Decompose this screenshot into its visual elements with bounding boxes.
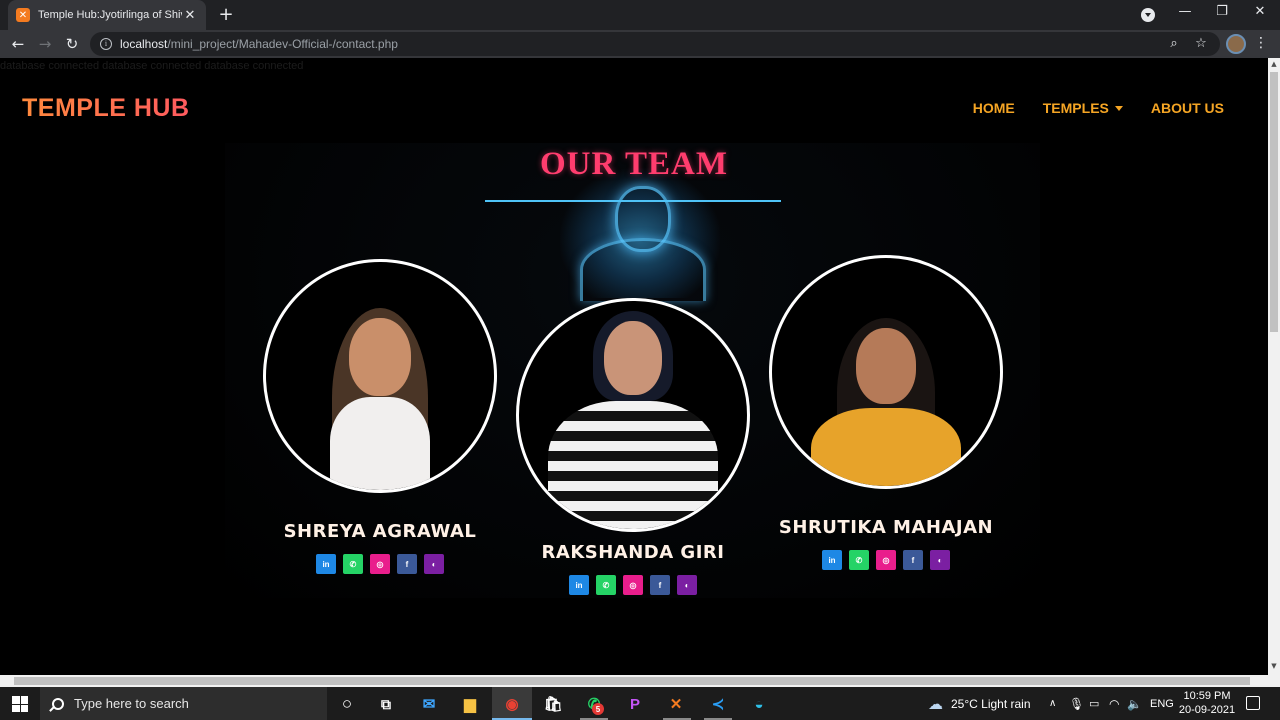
edge-icon[interactable]: ◒ — [747, 692, 771, 716]
member-name: SHRUTIKA MAHAJAN — [778, 517, 994, 538]
main-nav: HOME TEMPLES ABOUT US — [973, 100, 1224, 116]
whatsapp-icon[interactable]: ✆ — [596, 575, 616, 595]
shiva-glow-image — [560, 168, 720, 301]
team-member-card: SHRUTIKA MAHAJAN in ✆ ◎ f ◐ — [766, 255, 1006, 570]
taskbar-search-box[interactable]: Type here to search — [40, 687, 327, 720]
bookmark-star-icon[interactable]: ☆ — [1193, 36, 1209, 51]
clock[interactable]: 10:59 PM 20-09-2021 — [1176, 689, 1238, 717]
github-icon[interactable]: ◐ — [424, 554, 444, 574]
instagram-icon[interactable]: ◎ — [370, 554, 390, 574]
horizontal-scroll-thumb[interactable] — [14, 677, 1250, 685]
zoom-icon[interactable]: ⌕ — [1166, 36, 1182, 51]
nav-about-us[interactable]: ABOUT US — [1151, 100, 1224, 116]
member-photo — [263, 259, 497, 493]
github-icon[interactable]: ◐ — [930, 550, 950, 570]
clock-date: 20-09-2021 — [1178, 704, 1236, 716]
address-bar[interactable]: i localhost /mini_project/Mahadev-Offici… — [90, 32, 1220, 56]
linkedin-icon[interactable]: in — [822, 550, 842, 570]
search-placeholder: Type here to search — [74, 696, 189, 711]
member-photo — [516, 298, 750, 532]
vertical-scrollbar[interactable]: ▲ ▼ — [1268, 58, 1280, 675]
nav-home[interactable]: HOME — [973, 100, 1015, 116]
linkedin-icon[interactable]: in — [316, 554, 336, 574]
microphone-icon[interactable]: 🎙 — [1069, 687, 1084, 720]
cloud-rain-icon: ☁ — [928, 695, 943, 713]
section-title: OUR TEAM — [540, 146, 728, 182]
file-explorer-icon[interactable]: ▆ — [458, 692, 482, 716]
forward-arrow-icon[interactable]: → — [35, 34, 55, 54]
nav-about-label: ABOUT US — [1150, 100, 1224, 116]
linkedin-icon[interactable]: in — [569, 575, 589, 595]
facebook-icon[interactable]: f — [903, 550, 923, 570]
restore-button[interactable]: ❐ — [1210, 4, 1234, 19]
facebook-icon[interactable]: f — [397, 554, 417, 574]
browser-tab-bar: ✕ Temple Hub:Jyotirlinga of Shiva ✕ + — … — [0, 0, 1280, 30]
vertical-scroll-thumb[interactable] — [1270, 72, 1278, 332]
windows-taskbar: Type here to search ○ ⧉ ✉ ▆ ◉ 🛍 ✆ 5 P ✕ … — [0, 687, 1280, 720]
task-view-icon[interactable]: ⧉ — [374, 692, 398, 716]
dropdown-caret-icon — [1114, 105, 1123, 111]
member-name: RAKSHANDA GIRI — [541, 542, 725, 563]
action-center-icon[interactable] — [1246, 696, 1260, 710]
social-links: in ✆ ◎ f ◐ — [513, 575, 753, 595]
team-member-card: SHREYA AGRAWAL in ✆ ◎ f ◐ — [260, 259, 500, 574]
reload-icon[interactable]: ↻ — [62, 34, 82, 54]
browser-tab[interactable]: ✕ Temple Hub:Jyotirlinga of Shiva ✕ — [8, 0, 206, 30]
team-member-card: RAKSHANDA GIRI in ✆ ◎ f ◐ — [513, 298, 753, 595]
weather-widget[interactable]: ☁ 25°C Light rain — [928, 687, 1031, 720]
windows-start-icon[interactable] — [12, 696, 28, 712]
instagram-icon[interactable]: ◎ — [876, 550, 896, 570]
close-window-button[interactable]: ✕ — [1248, 4, 1272, 19]
whatsapp-icon[interactable]: ✆ — [343, 554, 363, 574]
url-path: /mini_project/Mahadev-Official-/contact.… — [167, 37, 398, 51]
title-underline — [485, 200, 781, 202]
mail-icon[interactable]: ✉ — [417, 692, 441, 716]
clock-time: 10:59 PM — [1183, 690, 1231, 702]
instagram-icon[interactable]: ◎ — [623, 575, 643, 595]
minimize-button[interactable]: — — [1173, 4, 1197, 19]
store-icon[interactable]: 🛍 — [541, 692, 565, 716]
notification-badge: 5 — [592, 703, 604, 715]
close-tab-icon[interactable]: ✕ — [182, 8, 198, 23]
xampp-icon[interactable]: ✕ — [664, 692, 688, 716]
language-indicator[interactable]: ENG — [1150, 687, 1174, 720]
database-status-text: database connected database connected da… — [0, 60, 304, 72]
volume-icon[interactable]: 🔈 — [1127, 687, 1142, 720]
social-links: in ✆ ◎ f ◐ — [766, 550, 1006, 570]
profile-avatar[interactable] — [1226, 34, 1246, 54]
github-icon[interactable]: ◐ — [677, 575, 697, 595]
url-host: localhost — [120, 37, 168, 51]
member-name: SHREYA AGRAWAL — [283, 521, 477, 542]
nav-home-label: HOME — [972, 100, 1015, 116]
browser-menu-icon[interactable]: ⋮ — [1254, 35, 1268, 51]
nav-temples-label: TEMPLES — [1042, 100, 1109, 116]
browser-toolbar: ← → ↻ i localhost /mini_project/Mahadev-… — [0, 30, 1280, 58]
tab-title: Temple Hub:Jyotirlinga of Shiva — [38, 9, 182, 21]
chrome-icon[interactable]: ◉ — [500, 692, 524, 716]
scroll-down-icon[interactable]: ▼ — [1270, 662, 1278, 670]
back-arrow-icon[interactable]: ← — [8, 34, 28, 54]
horizontal-scrollbar[interactable] — [0, 675, 1280, 687]
social-links: in ✆ ◎ f ◐ — [260, 554, 500, 574]
site-info-icon[interactable]: i — [100, 38, 112, 50]
facebook-icon[interactable]: f — [650, 575, 670, 595]
vscode-icon[interactable]: ≺ — [706, 692, 730, 716]
weather-text: 25°C Light rain — [951, 696, 1031, 711]
search-icon — [52, 697, 64, 710]
whatsapp-icon[interactable]: ✆ — [849, 550, 869, 570]
scroll-up-icon[interactable]: ▲ — [1270, 60, 1278, 68]
battery-icon[interactable]: ▭ — [1089, 687, 1099, 720]
page-viewport: database connected database connected da… — [0, 58, 1268, 675]
picsart-icon[interactable]: P — [623, 692, 647, 716]
brand-logo[interactable]: TEMPLE HUB — [22, 94, 190, 123]
wifi-icon[interactable]: ◠ — [1109, 687, 1119, 720]
show-hidden-icons-icon[interactable]: ∧ — [1049, 687, 1056, 720]
tab-search-icon[interactable] — [1141, 8, 1155, 22]
member-photo — [769, 255, 1003, 489]
nav-temples[interactable]: TEMPLES — [1043, 100, 1123, 116]
xampp-favicon-icon: ✕ — [16, 8, 30, 22]
cortana-icon[interactable]: ○ — [335, 692, 359, 716]
new-tab-button[interactable]: + — [216, 4, 236, 25]
